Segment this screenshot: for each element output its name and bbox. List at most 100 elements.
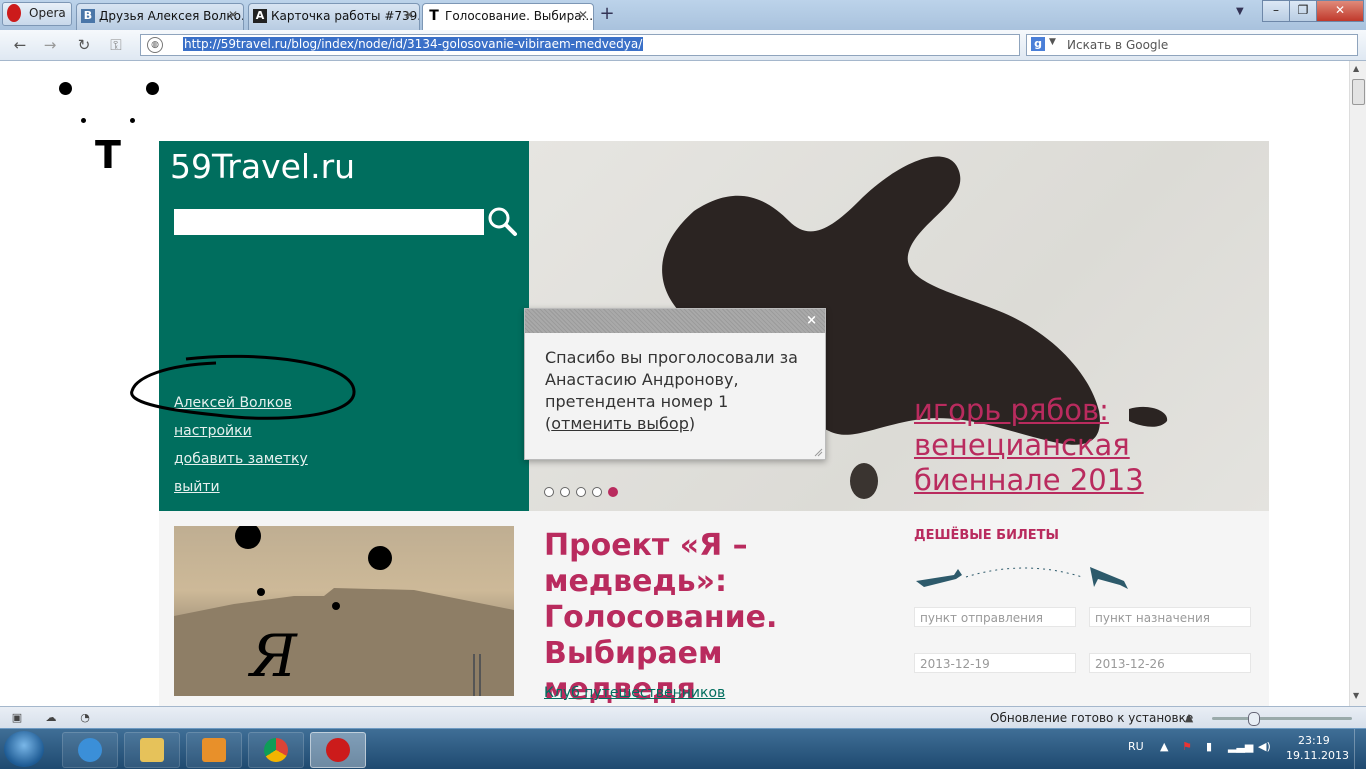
new-tab-plus-icon[interactable]: + (596, 4, 618, 24)
carousel-dot-active[interactable] (608, 487, 618, 497)
media-player-icon (202, 738, 226, 762)
corner-dot (146, 82, 159, 95)
tab-title: Голосование. Выбира... (445, 9, 594, 23)
google-icon[interactable]: g (1031, 37, 1045, 51)
network-icon[interactable]: ▂▃▅ (1228, 740, 1253, 753)
fly-icon (850, 463, 878, 499)
carousel-dot[interactable] (560, 487, 570, 497)
media-player-taskbar-button[interactable] (186, 732, 242, 768)
opera-taskbar-button[interactable] (310, 732, 366, 768)
carousel-dot[interactable] (544, 487, 554, 497)
url-field[interactable]: ◍ http://59travel.ru/blog/index/node/id/… (140, 34, 1020, 56)
key-icon[interactable]: ⚿ (106, 36, 126, 54)
opera-icon (326, 738, 350, 762)
tab-bar: Opera B Друзья Алексея Волко... ✕ A Карт… (0, 0, 1366, 31)
corner-dot (130, 118, 135, 123)
volume-icon[interactable]: ◀) (1258, 740, 1271, 753)
explorer-taskbar-button[interactable] (124, 732, 180, 768)
battery-icon[interactable]: ▮ (1206, 740, 1212, 753)
google-search-field[interactable]: g ▼ Искать в Google (1026, 34, 1358, 56)
vk-favicon-icon: B (81, 9, 95, 23)
corner-dot (59, 82, 72, 95)
zoom-slider-thumb[interactable] (1248, 712, 1260, 726)
tab-title: Карточка работы #739... (271, 9, 420, 23)
globe-icon[interactable]: ◍ (147, 37, 163, 53)
hero-title-link[interactable]: игорь рябов: венецианская биеннале 2013 (914, 393, 1144, 498)
club-link[interactable]: Клуб путешественников (544, 685, 725, 701)
bear-photo-illustration (174, 526, 514, 696)
flight-route-icon (916, 567, 1128, 589)
search-icon[interactable] (486, 205, 518, 237)
chrome-icon (264, 738, 288, 762)
update-arrow-icon[interactable]: ▲ (1182, 711, 1196, 725)
panel-toggle-icon[interactable]: ▣ (10, 711, 24, 725)
departure-field[interactable]: пункт отправления (914, 607, 1076, 627)
cancel-vote-link[interactable]: отменить выбор (551, 414, 689, 433)
tab-work-card[interactable]: A Карточка работы #739... ✕ (248, 3, 420, 30)
tab-close-icon[interactable]: ✕ (228, 8, 238, 22)
speed-dial-icon[interactable]: ◔ (78, 711, 92, 725)
tab-list-chevron-icon[interactable]: ▼ (1236, 6, 1244, 17)
ie-taskbar-button[interactable] (62, 732, 118, 768)
handwritten-letter: Я (250, 622, 297, 690)
article-photo[interactable]: Я (174, 526, 514, 696)
show-desktop-button[interactable] (1354, 729, 1366, 769)
vertical-scrollbar[interactable]: ▲ ▼ (1349, 61, 1366, 706)
language-indicator[interactable]: RU (1128, 740, 1144, 753)
folder-icon (140, 738, 164, 762)
site-search-input[interactable] (174, 209, 484, 235)
destination-field[interactable]: пункт назначения (1089, 607, 1251, 627)
site-logo[interactable]: 59Travel.ru (170, 147, 355, 186)
start-button[interactable] (4, 731, 44, 767)
t-favicon-icon: T (429, 8, 439, 24)
restore-button[interactable]: ❐ (1289, 0, 1317, 22)
hand-drawn-circle (130, 354, 356, 420)
search-engine-dropdown-icon[interactable]: ▼ (1049, 37, 1056, 47)
ie-icon (78, 738, 102, 762)
plane-takeoff-icon (916, 569, 962, 587)
resize-grip-icon[interactable] (813, 447, 823, 457)
minimize-button[interactable]: – (1262, 0, 1290, 22)
zoom-slider[interactable] (1212, 717, 1352, 720)
tab-close-icon[interactable]: ✕ (404, 8, 414, 22)
scroll-up-icon[interactable]: ▲ (1353, 64, 1359, 73)
clock-date[interactable]: 19.11.2013 (1286, 749, 1349, 762)
tab-title: Друзья Алексея Волко... (99, 9, 244, 23)
status-bar: ▣ ☁ ◔ Обновление готово к установке ▲ (0, 706, 1366, 729)
corner-dot (81, 118, 86, 123)
windows-taskbar: RU ▲ ⚑ ▮ ▂▃▅ ◀) 23:19 19.11.2013 (0, 728, 1366, 769)
url-text[interactable]: http://59travel.ru/blog/index/node/id/31… (183, 37, 644, 51)
tab-voting[interactable]: T Голосование. Выбира... ✕ (422, 3, 594, 31)
carousel-dot[interactable] (576, 487, 586, 497)
date-to-field[interactable]: 2013-12-26 (1089, 653, 1251, 673)
search-placeholder: Искать в Google (1067, 38, 1169, 52)
reload-icon[interactable]: ↻ (74, 36, 94, 54)
corner-letter: T (95, 133, 121, 177)
chrome-taskbar-button[interactable] (248, 732, 304, 768)
update-status[interactable]: Обновление готово к установке (990, 711, 1193, 725)
date-from-field[interactable]: 2013-12-19 (914, 653, 1076, 673)
popup-close-icon[interactable]: × (806, 313, 817, 328)
vote-confirmation-popup: × Спасибо вы проголосовали за Анастасию … (524, 308, 826, 460)
carousel-dot[interactable] (592, 487, 602, 497)
back-arrow-icon[interactable]: ← (10, 36, 30, 54)
tray-expand-icon[interactable]: ▲ (1160, 740, 1168, 753)
a-favicon-icon: A (253, 9, 267, 23)
tab-vk-friends[interactable]: B Друзья Алексея Волко... ✕ (76, 3, 244, 30)
tab-close-icon[interactable]: ✕ (578, 8, 588, 22)
opera-logo-icon (7, 4, 21, 22)
cloud-icon[interactable]: ☁ (44, 711, 58, 725)
scroll-thumb[interactable] (1352, 79, 1365, 105)
logout-link[interactable]: выйти (174, 479, 220, 495)
add-note-link[interactable]: добавить заметку (174, 451, 308, 467)
forward-arrow-icon[interactable]: → (40, 36, 60, 54)
opera-menu-button[interactable]: Opera (2, 2, 72, 26)
popup-header[interactable]: × (525, 309, 825, 333)
popup-message: Спасибо вы проголосовали за Анастасию Ан… (545, 348, 798, 433)
close-window-button[interactable]: ✕ (1316, 0, 1364, 22)
flag-icon[interactable]: ⚑ (1182, 740, 1192, 753)
web-page: T 59Travel.ru Алексей Волков настройки д… (0, 61, 1349, 706)
clock-time[interactable]: 23:19 (1298, 734, 1330, 747)
scroll-down-icon[interactable]: ▼ (1353, 691, 1359, 700)
tickets-heading: ДЕШЁВЫЕ БИЛЕТЫ (914, 528, 1059, 543)
